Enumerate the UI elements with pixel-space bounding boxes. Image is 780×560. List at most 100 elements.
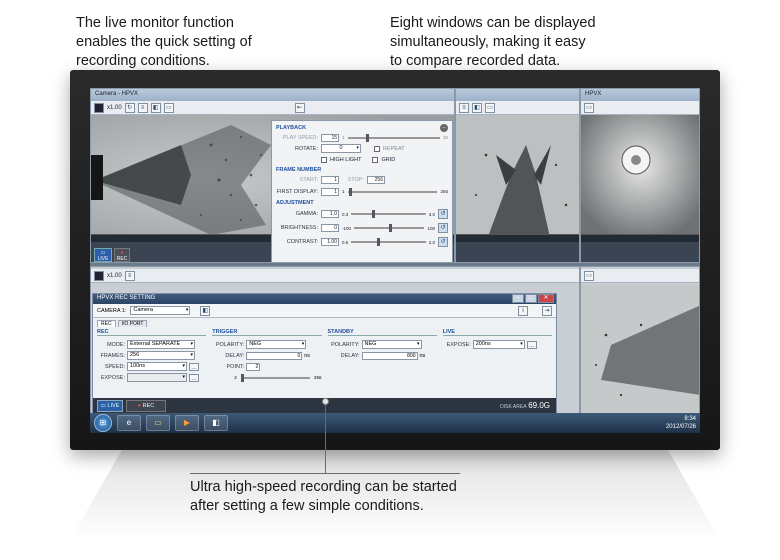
settings-icon[interactable]: ≡ xyxy=(459,102,469,113)
adjust-icon[interactable]: ◧ xyxy=(472,102,482,113)
start-input[interactable]: 1 xyxy=(321,175,339,184)
frame-number-header: FRAME NUMBER xyxy=(276,167,322,173)
spray-image xyxy=(581,285,699,415)
contrast-reset-icon[interactable]: ↺ xyxy=(438,237,448,247)
trigger-delay-input[interactable]: 0 xyxy=(246,351,303,360)
hpvx-app-icon[interactable]: ◧ xyxy=(204,415,228,431)
first-display-input[interactable]: 1 xyxy=(321,187,339,196)
play-speed-input[interactable]: 15 xyxy=(321,133,339,142)
standby-polarity-select[interactable]: NEG xyxy=(361,340,422,349)
gamma-input[interactable]: 1.0 xyxy=(321,210,339,218)
info-icon[interactable]: i xyxy=(518,305,528,316)
camera-image xyxy=(581,285,699,415)
footer-live-button[interactable]: ▭ LIVE xyxy=(97,400,123,412)
clock-time[interactable]: 8:34 xyxy=(666,415,696,423)
display-mode-icon[interactable] xyxy=(94,102,104,113)
media-player-icon[interactable]: ▶ xyxy=(175,415,199,431)
camera-select[interactable]: Camera xyxy=(130,306,191,315)
live-expose-more-button[interactable]: … xyxy=(526,340,537,349)
clock-date[interactable]: 2012/07/26 xyxy=(666,423,696,431)
window-icon[interactable]: ▭ xyxy=(584,102,594,113)
adjustment-header: ADJUSTMENT xyxy=(276,200,314,206)
trigger-polarity-select[interactable]: NEG xyxy=(246,340,307,349)
play-speed-slider[interactable] xyxy=(347,133,440,142)
brightness-row: BRIGHTNESS: 0 -100 100 ↺ xyxy=(276,221,448,235)
callout-eight-windows: Eight windows can be displayed simultane… xyxy=(390,15,596,69)
callout-marker xyxy=(322,398,329,405)
start-stop-row: START: 1 STOP: 256 xyxy=(299,175,385,184)
settings-icon[interactable]: ≡ xyxy=(137,102,148,113)
window-titlebar[interactable] xyxy=(456,89,579,101)
camera-window[interactable]: Camera - HPVX x1.00 ↻ ≡ ◧ ▭ ⇤ ▭ LIVE ● R… xyxy=(90,88,455,263)
first-display-row: FIRST DISPLAY: 1 1 256 xyxy=(276,187,448,196)
expose-more-button[interactable]: … xyxy=(189,373,199,382)
window-icon[interactable]: ▭ xyxy=(584,270,594,281)
close-icon[interactable]: ✕ xyxy=(538,294,554,303)
repeat-checkbox[interactable] xyxy=(374,145,380,152)
minimize-icon[interactable]: – xyxy=(512,294,524,303)
close-icon[interactable]: – xyxy=(440,124,448,132)
camera-window-titlebar[interactable]: Camera - HPVX xyxy=(91,89,454,101)
brightness-slider[interactable] xyxy=(354,224,425,232)
rec-button[interactable]: ● REC xyxy=(114,248,130,262)
rotate-row: ROTATE: 0 REPEAT xyxy=(276,143,448,154)
brightness-input[interactable]: 0 xyxy=(321,224,339,232)
footer-rec-button[interactable]: ● REC xyxy=(126,400,166,412)
high-light-checkbox[interactable] xyxy=(321,156,327,163)
stop-input[interactable]: 256 xyxy=(367,175,385,184)
camera-window-3[interactable]: HPVX ▭ xyxy=(580,88,700,263)
contrast-input[interactable]: 1.00 xyxy=(321,238,339,246)
standby-delay-input[interactable]: 800 xyxy=(361,351,418,360)
exit-icon[interactable]: ⇥ xyxy=(542,305,552,316)
live-button[interactable]: ▭ LIVE xyxy=(94,248,112,262)
zoom-level[interactable]: x1.00 xyxy=(107,105,122,111)
ie-icon[interactable]: e xyxy=(117,415,141,431)
point-input[interactable]: 2 xyxy=(246,362,261,371)
speed-more-button[interactable]: … xyxy=(189,362,199,371)
monitor-icon: ▭ xyxy=(100,403,106,409)
callout-line-bottom-h xyxy=(190,473,460,474)
tab-rec[interactable]: REC xyxy=(97,320,116,327)
frames-select[interactable]: 256 xyxy=(127,351,195,360)
rec-setting-window[interactable]: HPVX REC SETTING – □ ✕ CAMERA 1: Camera … xyxy=(92,293,557,415)
camera-settings-icon[interactable]: ◧ xyxy=(200,305,211,316)
disk-area-readout: DISK AREA 69.0G xyxy=(500,401,550,410)
window-icon[interactable]: ▭ xyxy=(485,102,495,113)
settings-icon[interactable]: ≡ xyxy=(124,270,135,281)
zoom-level[interactable]: x1.00 xyxy=(107,273,122,279)
callout-ultra-high-speed: Ultra high-speed recording can be starte… xyxy=(190,479,457,514)
tab-io-port[interactable]: I/O PORT xyxy=(117,320,148,327)
rec-column: REC MODE:External SEPARATE FRAMES:256 SP… xyxy=(97,329,207,383)
standby-column: STANDBY POLARITY:NEG DELAY:800ns xyxy=(327,329,437,383)
speed-select[interactable]: 100ns xyxy=(127,362,187,371)
camera-window-2[interactable]: ≡ ◧ ▭ xyxy=(455,88,580,263)
splash-image xyxy=(456,115,579,242)
folder-icon[interactable]: ▭ xyxy=(146,415,170,431)
live-expose-select[interactable]: 200ns xyxy=(472,340,525,349)
window-controls: – □ ✕ xyxy=(512,294,554,303)
panel-toggle-icon[interactable]: ⇤ xyxy=(294,102,305,113)
seek-bar[interactable] xyxy=(456,234,579,242)
rotate-icon[interactable]: ↻ xyxy=(124,102,135,113)
window-titlebar[interactable]: HPVX xyxy=(581,89,699,101)
mode-select[interactable]: External SEPARATE xyxy=(127,340,195,349)
first-display-slider[interactable] xyxy=(347,187,438,196)
gamma-slider[interactable] xyxy=(351,210,426,218)
rec-tabs: REC I/O PORT xyxy=(93,318,556,327)
grid-checkbox[interactable] xyxy=(372,156,379,163)
window-icon[interactable]: ▭ xyxy=(163,102,174,113)
point-slider[interactable] xyxy=(240,373,310,382)
rotate-select[interactable]: 0 xyxy=(321,144,361,153)
play-speed-row: PLAY SPEED: 15 1 32 xyxy=(282,133,448,142)
seek-bar[interactable] xyxy=(581,234,699,242)
display-mode-icon[interactable] xyxy=(94,270,104,281)
camera-window-5[interactable]: ▭ xyxy=(580,266,700,416)
start-button[interactable]: ⊞ xyxy=(94,414,112,432)
expose-select[interactable] xyxy=(127,373,187,382)
gamma-reset-icon[interactable]: ↺ xyxy=(438,209,448,219)
rec-setting-titlebar[interactable]: HPVX REC SETTING – □ ✕ xyxy=(93,294,556,304)
maximize-icon[interactable]: □ xyxy=(525,294,537,303)
brightness-reset-icon[interactable]: ↺ xyxy=(438,223,448,233)
adjust-icon[interactable]: ◧ xyxy=(150,102,161,113)
contrast-slider[interactable] xyxy=(351,238,426,246)
